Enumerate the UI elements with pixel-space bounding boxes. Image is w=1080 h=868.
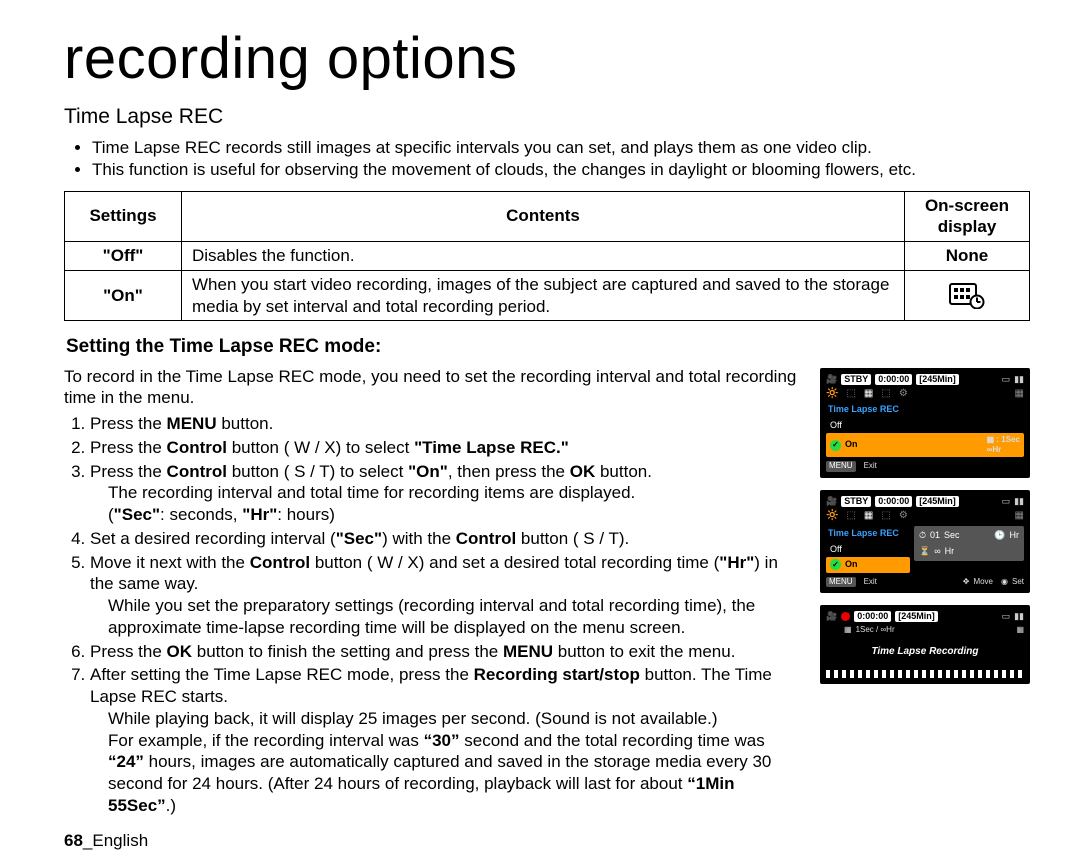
clock-icon: 🕒 <box>994 530 1005 542</box>
cam-icon: 🎥 <box>826 374 837 386</box>
cell-content: Disables the function. <box>182 242 905 271</box>
menu-item-off: Off <box>826 542 910 558</box>
cell-setting: "Off" <box>65 242 182 271</box>
battery-icon: ▮▮ <box>1014 496 1024 508</box>
interval-info: 1Sec / ∞Hr <box>856 625 895 635</box>
menu-item-off: Off <box>826 418 1024 434</box>
grid-icon: ▦ <box>1016 625 1024 635</box>
lcd-screenshot-menu: 🎥 STBY 0:00:00 [245Min] ▭▮▮ 🔆⬚▦⬚⚙▦ Time … <box>820 368 1030 478</box>
th-onscreen: On-screen display <box>905 191 1030 242</box>
battery-icon: ▮▮ <box>1014 374 1024 386</box>
section-heading: Time Lapse REC <box>64 104 1030 131</box>
sec-value: 01 <box>930 530 940 542</box>
set-label: Set <box>1012 577 1024 587</box>
inf-value: ∞ <box>934 546 940 558</box>
recording-label: Time Lapse Recording <box>826 646 1024 659</box>
menu-item-on: ✓On ▦ : 1Sec∞Hr <box>826 433 1024 457</box>
step-sub: For example, if the recording interval w… <box>108 730 802 817</box>
page-number: 68 <box>64 831 83 850</box>
menu-title: Time Lapse REC <box>828 528 910 540</box>
step: Set a desired recording interval ("Sec")… <box>90 528 802 550</box>
step-sub: ("Sec": seconds, "Hr": hours) <box>108 504 802 526</box>
progress-bar <box>826 670 1024 678</box>
step: Press the OK button to finish the settin… <box>90 641 802 663</box>
grid-icon: ▦ <box>844 625 852 635</box>
set-icon: ◉ <box>1001 577 1008 587</box>
timecode: 0:00:00 <box>854 611 891 623</box>
table-row: "On" When you start video recording, ima… <box>65 270 1030 321</box>
card-icon: ▭ <box>1002 496 1011 508</box>
settings-table: Settings Contents On-screen display "Off… <box>64 191 1030 322</box>
exit-label: Exit <box>864 461 877 471</box>
step-sub: While you set the preparatory settings (… <box>108 595 802 639</box>
timecode: 0:00:00 <box>875 374 912 386</box>
th-contents: Contents <box>182 191 905 242</box>
page-footer: 68_English <box>64 830 148 852</box>
table-row: "Off" Disables the function. None <box>65 242 1030 271</box>
battery-icon: ▮▮ <box>1014 611 1024 623</box>
step: After setting the Time Lapse REC mode, p… <box>90 664 802 816</box>
remaining: [245Min] <box>916 496 959 508</box>
status-badge: STBY <box>841 496 871 508</box>
cell-display-icon <box>905 270 1030 321</box>
timelapse-icon <box>949 283 985 309</box>
cell-setting: "On" <box>65 270 182 321</box>
lcd-screenshot-interval: 🎥 STBY 0:00:00 [245Min] ▭▮▮ 🔆⬚▦⬚⚙▦ Time … <box>820 490 1030 593</box>
page-title: recording options <box>64 22 1030 96</box>
lead-paragraph: To record in the Time Lapse REC mode, yo… <box>64 366 802 410</box>
cam-icon: 🎥 <box>826 611 837 623</box>
menu-title: Time Lapse REC <box>828 404 1024 416</box>
menu-button-icon: MENU <box>826 577 856 587</box>
steps-list: Press the MENU button. Press the Control… <box>64 413 802 817</box>
step: Press the Control button ( S / T) to sel… <box>90 461 802 526</box>
timecode: 0:00:00 <box>875 496 912 508</box>
card-icon: ▭ <box>1002 374 1011 386</box>
language-label: English <box>92 831 148 850</box>
move-label: Move <box>973 577 993 587</box>
lcd-screenshot-recording: 🎥 0:00:00 [245Min] ▭▮▮ ▦ 1Sec / ∞Hr ▦ Ti… <box>820 605 1030 685</box>
intro-item: Time Lapse REC records still images at s… <box>92 137 1030 159</box>
step: Press the Control button ( W / X) to sel… <box>90 437 802 459</box>
move-icon: ✥ <box>963 577 970 587</box>
intro-list: Time Lapse REC records still images at s… <box>64 137 1030 181</box>
remaining: [245Min] <box>916 374 959 386</box>
cell-display: None <box>905 242 1030 271</box>
manual-page: recording options Time Lapse REC Time La… <box>0 0 1080 868</box>
card-icon: ▭ <box>1002 611 1011 623</box>
menu-button-icon: MENU <box>826 461 856 471</box>
status-badge: STBY <box>841 374 871 386</box>
step: Press the MENU button. <box>90 413 802 435</box>
record-dot-icon <box>841 612 850 621</box>
check-icon: ✓ <box>830 440 841 451</box>
intro-item: This function is useful for observing th… <box>92 159 1030 181</box>
cell-content: When you start video recording, images o… <box>182 270 905 321</box>
step-sub: The recording interval and total time fo… <box>108 482 802 504</box>
interval-popup: ⏱01Sec 🕒Hr ⏳∞Hr <box>914 526 1024 561</box>
screenshots-column: 🎥 STBY 0:00:00 [245Min] ▭▮▮ 🔆⬚▦⬚⚙▦ Time … <box>820 366 1030 819</box>
cam-icon: 🎥 <box>826 496 837 508</box>
th-settings: Settings <box>65 191 182 242</box>
sub-heading: Setting the Time Lapse REC mode: <box>66 335 1030 359</box>
check-icon: ✓ <box>830 559 841 570</box>
step: Move it next with the Control button ( W… <box>90 552 802 639</box>
instructions-column: To record in the Time Lapse REC mode, yo… <box>64 366 802 819</box>
menu-item-on: ✓On <box>826 557 910 573</box>
grid-icon: ▦ <box>864 388 873 401</box>
exit-label: Exit <box>864 577 877 587</box>
remaining: [245Min] <box>895 611 938 623</box>
step-sub: While playing back, it will display 25 i… <box>108 708 802 730</box>
